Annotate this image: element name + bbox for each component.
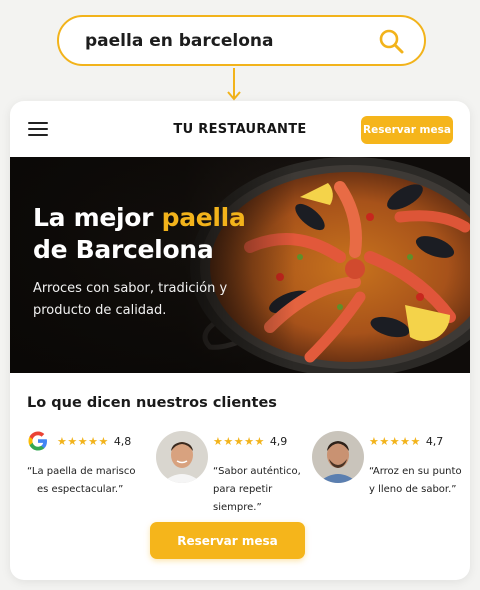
arrow-down-icon [227,68,241,101]
avatar [312,431,364,483]
reserve-table-button[interactable]: Reservar mesa [150,522,305,559]
review-card: ★★★★★ 4,8 “La paella de marisco es espec… [27,427,157,499]
review-quote: “Arroz en su punto y lleno de sabor.” [369,466,462,495]
site-header: TU RESTAURANTE Reservar mesa [10,101,470,157]
search-icon[interactable] [376,26,406,56]
google-icon [28,431,47,451]
review-quote: “La paella de marisco es espectacular.” [27,466,136,495]
hero-title: La mejor paella de Barcelona [33,203,246,264]
hero-subtitle: Arroces con sabor, tradición y producto … [33,281,228,318]
star-rating: ★★★★★ [369,434,421,448]
restaurant-card: TU RESTAURANTE Reservar mesa La mejor pa… [10,101,470,580]
review-card: ★★★★★ 4,7 “Arroz en su punto y lleno de … [369,427,467,499]
rating-score: 4,9 [269,434,288,448]
hero-banner: La mejor paella de Barcelona Arroces con… [10,157,470,373]
rating-score: 4,7 [425,434,444,448]
star-rating: ★★★★★ [57,434,109,448]
review-quote: “Sabor auténtico, para repetir siempre.” [213,466,301,513]
avatar [156,431,208,483]
hamburger-menu-icon[interactable] [28,122,48,136]
reviews-heading: Lo que dicen nuestros clientes [27,395,277,411]
rating-score: 4,8 [113,434,132,448]
hero-title-accent: paella [161,203,246,232]
search-bar[interactable]: paella en barcelona [57,15,426,66]
header-reserve-button[interactable]: Reservar mesa [361,116,453,144]
hero-text: La mejor paella de Barcelona Arroces con… [33,202,246,322]
review-card: ★★★★★ 4,9 “Sabor auténtico, para repetir… [213,427,323,517]
star-rating: ★★★★★ [213,434,265,448]
search-query[interactable]: paella en barcelona [85,31,376,51]
